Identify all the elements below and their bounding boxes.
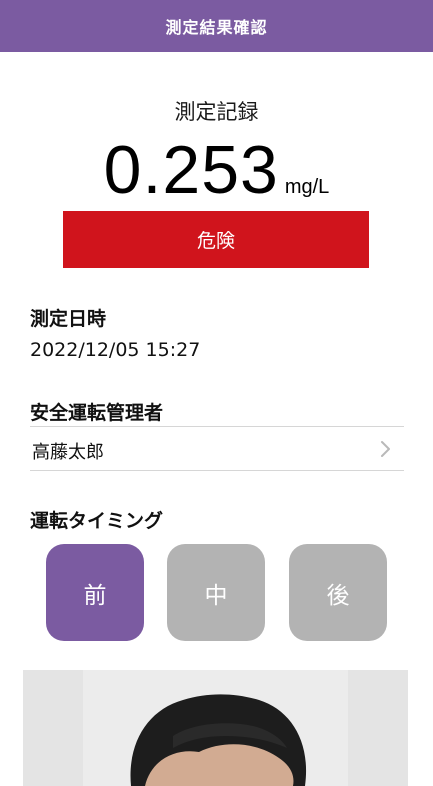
status-label: 危険: [196, 230, 235, 252]
status-badge: 危険: [63, 211, 369, 268]
measured-at-title: 測定日時: [30, 308, 107, 330]
timing-after-label: 後: [326, 582, 350, 609]
manager-title: 安全運転管理者: [30, 402, 164, 424]
timing-before-label: 前: [83, 582, 107, 609]
timing-after-button[interactable]: 後: [289, 544, 387, 641]
manager-name: 高藤太郎: [32, 442, 104, 463]
measured-at-value: 2022/12/05 15:27: [30, 339, 201, 361]
divider: [30, 426, 404, 427]
record-label: 測定記録: [174, 100, 259, 124]
measurement-number: 0.253: [103, 132, 279, 208]
page-title: 測定結果確認: [165, 18, 268, 37]
app-header: 測定結果確認: [0, 0, 433, 52]
timing-title: 運転タイミング: [30, 510, 164, 532]
timing-during-label: 中: [204, 582, 228, 609]
chevron-right-icon: [376, 440, 394, 458]
timing-during-button[interactable]: 中: [167, 544, 265, 641]
face-photo: [23, 670, 408, 786]
divider: [30, 470, 404, 471]
measurement-unit: mg/L: [284, 176, 330, 198]
manager-select-row[interactable]: 高藤太郎: [30, 428, 404, 470]
timing-before-button[interactable]: 前: [46, 544, 144, 641]
measurement-value: 0.253 mg/L: [0, 130, 433, 210]
